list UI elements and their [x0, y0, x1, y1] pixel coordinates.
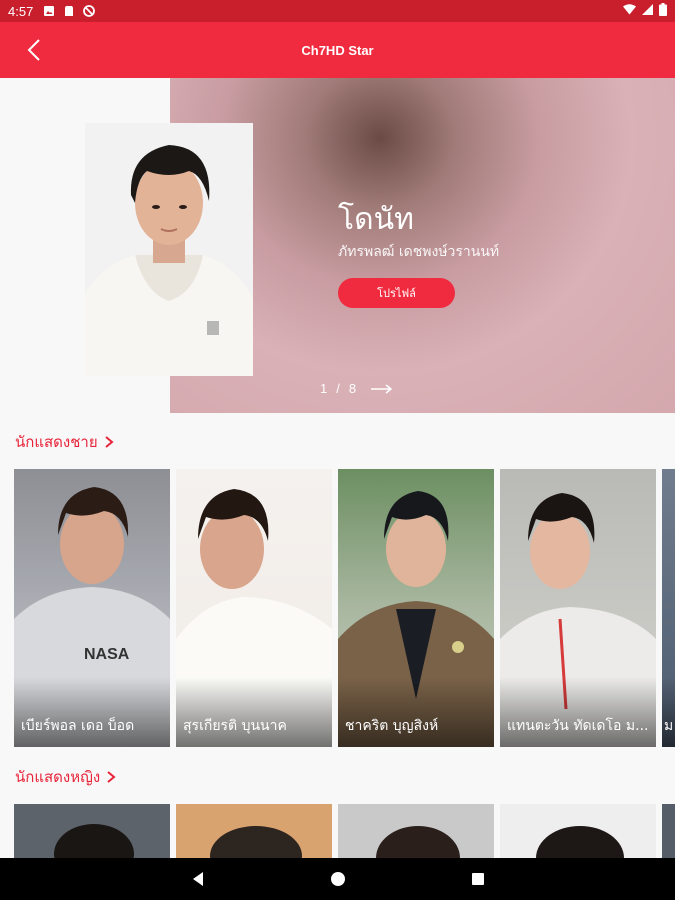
- actor-card[interactable]: แทนตะวัน ทัดเดโอ ม...: [500, 469, 656, 747]
- male-actors-section-title[interactable]: นักแสดงชาย: [15, 430, 114, 454]
- signal-icon: [642, 4, 653, 18]
- actress-card[interactable]: [176, 804, 332, 858]
- actor-name: เบียร์พอล เดอ บ็อด: [21, 718, 135, 734]
- svg-text:NASA: NASA: [84, 646, 130, 663]
- gallery-notification-icon: [43, 5, 55, 17]
- actress-card[interactable]: [14, 804, 170, 858]
- nav-recents-button[interactable]: [463, 864, 493, 894]
- actress-card[interactable]: [500, 804, 656, 858]
- male-actors-carousel[interactable]: NASA เบียร์พอล เดอ บ็อด สุรเกียรติ บุนนา…: [14, 469, 675, 747]
- status-bar: 4:57: [0, 0, 675, 22]
- nav-back-button[interactable]: [183, 864, 213, 894]
- actor-card[interactable]: สุรเกียรติ บุนนาค: [176, 469, 332, 747]
- page-title: Ch7HD Star: [301, 42, 374, 58]
- arrow-right-icon: [371, 383, 393, 394]
- hero-banner[interactable]: โดนัท ภัทรพลฒ์ เดชพงษ์วรานนท์ โปรไฟล์ 1 …: [0, 78, 675, 413]
- square-recents-icon: [471, 873, 484, 885]
- actor-card[interactable]: ม: [662, 469, 675, 747]
- status-time: 4:57: [8, 3, 34, 19]
- chevron-right-icon: [107, 771, 116, 783]
- hero-portrait-image[interactable]: [85, 123, 253, 376]
- circle-home-icon: [330, 872, 345, 886]
- pager-current: 1: [320, 381, 329, 396]
- app-bar: Ch7HD Star: [0, 22, 675, 78]
- hero-star-nickname: โดนัท: [338, 202, 414, 237]
- actress-photo: [14, 804, 170, 858]
- blocked-notification-icon: [83, 5, 96, 17]
- female-actors-label: นักแสดงหญิง: [15, 768, 101, 786]
- actor-name: แทนตะวัน ทัดเดโอ ม...: [507, 718, 649, 734]
- actor-card[interactable]: ชาคริต บุญสิงห์: [338, 469, 494, 747]
- actress-card[interactable]: [662, 804, 675, 858]
- hero-star-fullname: ภัทรพลฒ์ เดชพงษ์วรานนท์: [338, 244, 500, 260]
- nav-home-button[interactable]: [323, 864, 353, 894]
- female-actors-section-title[interactable]: นักแสดงหญิง: [15, 765, 116, 789]
- actress-card[interactable]: [338, 804, 494, 858]
- sdcard-notification-icon: [63, 5, 75, 17]
- wifi-icon: [623, 4, 636, 18]
- actress-photo: [662, 804, 675, 858]
- next-slide-button[interactable]: [371, 383, 393, 394]
- hero-pager: 1 / 8: [320, 381, 393, 396]
- actress-photo: [500, 804, 656, 858]
- triangle-back-icon: [192, 872, 203, 886]
- back-button[interactable]: [18, 34, 50, 66]
- actor-name: ชาคริต บุญสิงห์: [345, 718, 439, 734]
- pager-total: 8: [348, 381, 358, 396]
- actress-photo: [338, 804, 494, 858]
- chevron-right-icon: [104, 436, 114, 448]
- back-arrow-icon: [27, 39, 40, 61]
- male-actors-label: นักแสดงชาย: [15, 433, 98, 451]
- actress-photo: [176, 804, 332, 858]
- actor-name: สุรเกียรติ บุนนาค: [183, 718, 287, 734]
- actor-card[interactable]: NASA เบียร์พอล เดอ บ็อด: [14, 469, 170, 747]
- actor-name: ม: [664, 718, 674, 734]
- pager-separator: /: [336, 381, 341, 396]
- portrait-illustration: [85, 123, 253, 376]
- profile-button[interactable]: โปรไฟล์: [338, 278, 455, 308]
- system-navigation-bar: [0, 858, 675, 900]
- female-actors-carousel[interactable]: [14, 804, 675, 858]
- battery-icon: [659, 3, 667, 19]
